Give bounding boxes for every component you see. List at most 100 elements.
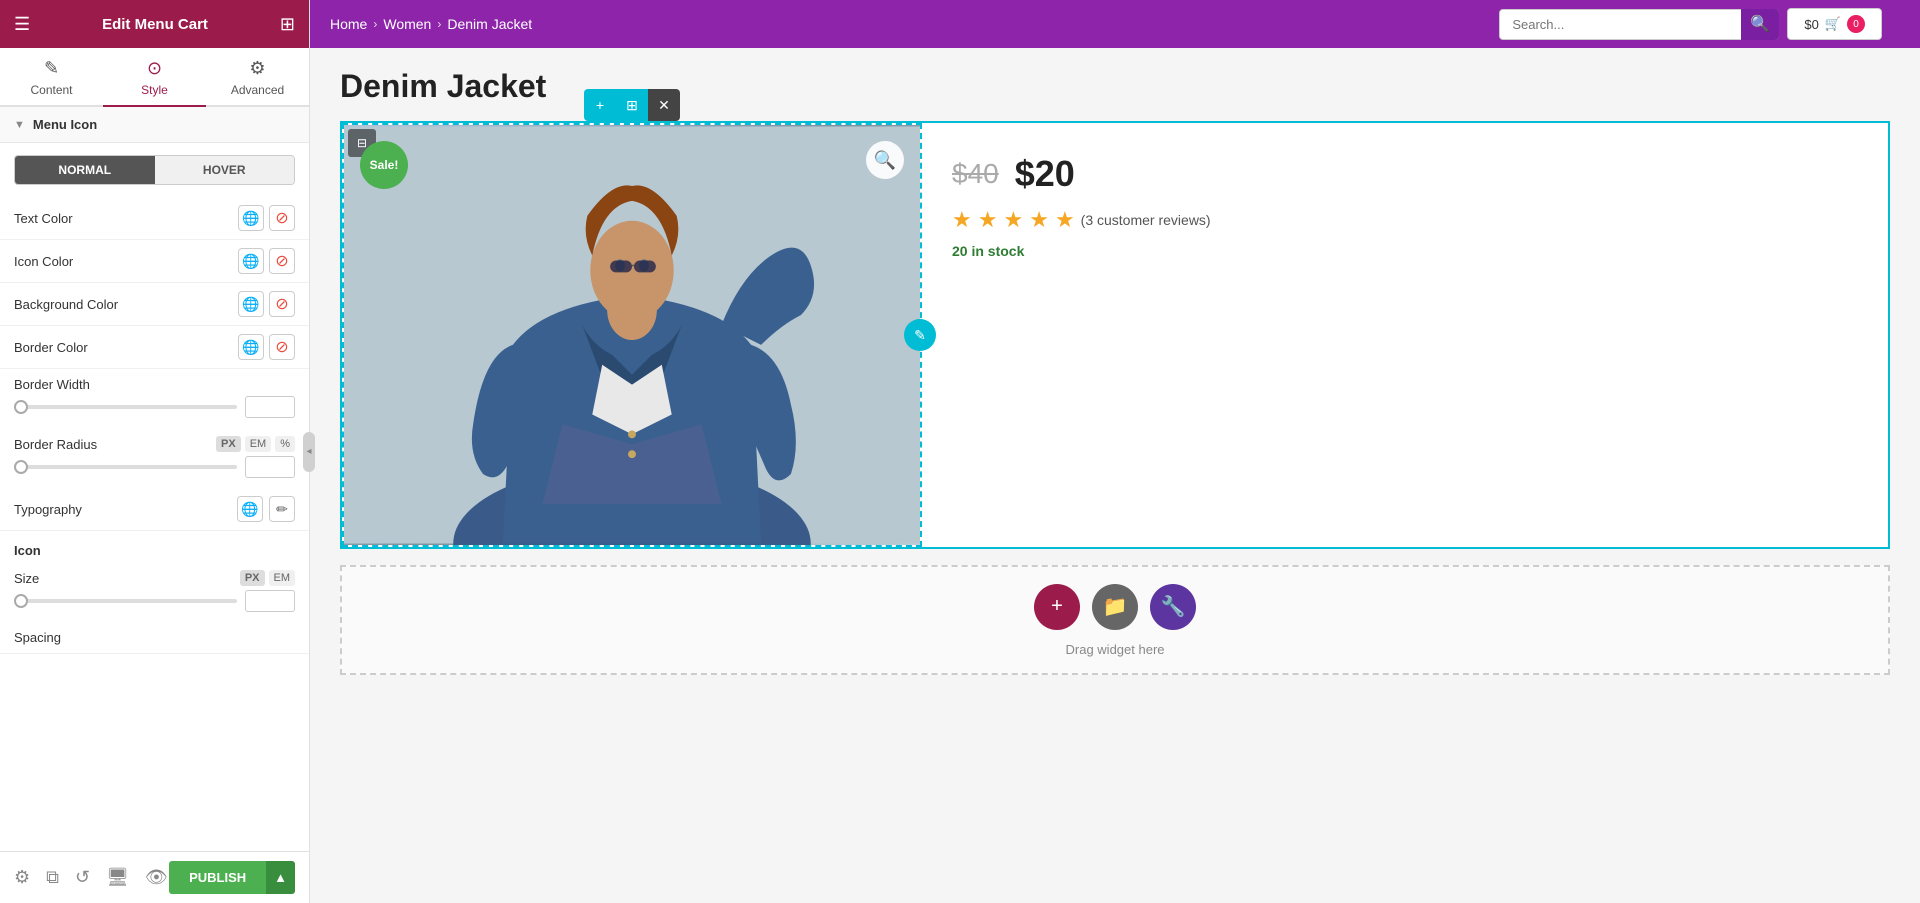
toolbar-move[interactable]: ⊞ [616, 89, 648, 121]
grid-icon[interactable]: ⊞ [280, 14, 295, 35]
text-color-label: Text Color [14, 211, 238, 226]
border-color-row: Border Color 🌐 ⊘ [0, 326, 309, 369]
toggle-hover[interactable]: HOVER [155, 156, 295, 184]
toolbar-close[interactable]: ✕ [648, 89, 680, 121]
size-label: Size [14, 571, 39, 586]
icon-color-globe[interactable]: 🌐 [238, 248, 264, 274]
toggle-normal[interactable]: NORMAL [15, 156, 155, 184]
typography-row: Typography 🌐 ✏ [0, 488, 309, 531]
icon-color-label: Icon Color [14, 254, 238, 269]
old-price: $40 [952, 158, 999, 190]
bg-color-globe[interactable]: 🌐 [238, 291, 264, 317]
widget-button[interactable]: 🔧 [1150, 584, 1196, 630]
sale-badge: Sale! [360, 141, 408, 189]
tab-style-label: Style [141, 83, 168, 97]
bg-color-slash[interactable]: ⊘ [269, 291, 295, 317]
panel-resize-handle[interactable] [303, 432, 315, 472]
breadcrumb-sep1: › [373, 17, 377, 31]
icon-color-slash[interactable]: ⊘ [269, 248, 295, 274]
add-widget-button[interactable]: + [1034, 584, 1080, 630]
zoom-button[interactable]: 🔍 [866, 141, 904, 179]
section-menu-icon[interactable]: ▼ Menu Icon [0, 107, 309, 143]
content-icon: ✎ [44, 58, 59, 79]
bg-color-controls: 🌐 ⊘ [238, 291, 295, 317]
breadcrumb-women[interactable]: Women [383, 16, 431, 32]
publish-dropdown[interactable]: ▲ [266, 861, 295, 894]
panel-header: ☰ Edit Menu Cart ⊞ [0, 0, 309, 48]
star-2: ★ [978, 207, 998, 233]
stock-info: 20 in stock [952, 243, 1858, 259]
search-input[interactable] [1499, 9, 1779, 40]
publish-button[interactable]: PUBLISH [169, 861, 266, 894]
bg-color-row: Background Color 🌐 ⊘ [0, 283, 309, 326]
size-input[interactable] [245, 590, 295, 612]
panel-title: Edit Menu Cart [102, 16, 208, 33]
style-icon: ⊙ [147, 58, 162, 79]
typography-globe[interactable]: 🌐 [237, 496, 263, 522]
text-color-controls: 🌐 ⊘ [238, 205, 295, 231]
tab-style[interactable]: ⊙ Style [103, 48, 206, 107]
breadcrumb-home[interactable]: Home [330, 16, 367, 32]
star-4: ★ [1029, 207, 1049, 233]
border-width-input[interactable] [245, 396, 295, 418]
folder-button[interactable]: 📁 [1092, 584, 1138, 630]
review-count[interactable]: (3 customer reviews) [1081, 212, 1211, 228]
spacing-label: Spacing [14, 630, 295, 645]
border-color-slash[interactable]: ⊘ [269, 334, 295, 360]
product-image-svg [344, 125, 920, 545]
typography-label: Typography [14, 502, 237, 517]
tab-content-label: Content [30, 83, 72, 97]
nav-search: 🔍 $0 🛒 0 [1499, 8, 1900, 40]
eye-icon[interactable]: 👁 [145, 867, 168, 888]
border-radius-input[interactable] [245, 456, 295, 478]
size-unit-px[interactable]: PX [240, 570, 265, 586]
breadcrumb-product[interactable]: Denim Jacket [447, 16, 532, 32]
size-thumb[interactable] [14, 594, 28, 608]
border-radius-section: Border Radius PX EM % [0, 428, 309, 488]
state-toggle: NORMAL HOVER [14, 155, 295, 185]
product-info: $40 $20 ★ ★ ★ ★ ★ (3 customer reviews) 2… [922, 123, 1888, 547]
cart-price: $0 [1804, 17, 1818, 32]
history-icon[interactable]: ↺ [75, 867, 90, 888]
hamburger-icon[interactable]: ☰ [14, 14, 30, 35]
border-radius-track[interactable] [14, 465, 237, 469]
main-content: Denim Jacket + ⊞ ✕ [310, 48, 1920, 903]
settings-icon[interactable]: ⚙ [14, 867, 30, 888]
stars-row: ★ ★ ★ ★ ★ (3 customer reviews) [952, 207, 1858, 233]
toolbar-add[interactable]: + [584, 89, 616, 121]
tab-content[interactable]: ✎ Content [0, 48, 103, 107]
size-track[interactable] [14, 599, 237, 603]
drag-widget-area[interactable]: + 📁 🔧 Drag widget here [340, 565, 1890, 675]
border-width-track[interactable] [14, 405, 237, 409]
layers-icon[interactable]: ⧉ [46, 867, 59, 888]
text-color-slash[interactable]: ⊘ [269, 205, 295, 231]
arrow-down-icon: ▼ [14, 119, 25, 131]
tab-advanced[interactable]: ⚙ Advanced [206, 48, 309, 107]
desktop-icon[interactable]: 🖥 [106, 867, 129, 888]
price-area: $40 $20 [952, 153, 1858, 195]
search-button[interactable]: 🔍 [1741, 9, 1779, 40]
right-area: Home › Women › Denim Jacket 🔍 $0 🛒 0 Den… [310, 0, 1920, 903]
product-image-placeholder: Sale! 🔍 [344, 125, 920, 545]
size-unit-em[interactable]: EM [269, 570, 296, 586]
spacing-row: Spacing [0, 622, 309, 654]
border-radius-label: Border Radius [14, 437, 97, 452]
page-title: Denim Jacket [340, 68, 1890, 105]
product-section: + ⊞ ✕ [340, 121, 1890, 549]
unit-percent[interactable]: % [275, 436, 295, 452]
text-color-globe[interactable]: 🌐 [238, 205, 264, 231]
border-width-thumb[interactable] [14, 400, 28, 414]
cart-button[interactable]: $0 🛒 0 [1787, 8, 1882, 40]
text-color-row: Text Color 🌐 ⊘ [0, 197, 309, 240]
border-color-globe[interactable]: 🌐 [238, 334, 264, 360]
panel-content: ▼ Menu Icon NORMAL HOVER Text Color 🌐 ⊘ … [0, 107, 309, 903]
icon-color-controls: 🌐 ⊘ [238, 248, 295, 274]
typography-edit[interactable]: ✏ [269, 496, 295, 522]
panel-tabs: ✎ Content ⊙ Style ⚙ Advanced [0, 48, 309, 107]
unit-em[interactable]: EM [245, 436, 272, 452]
unit-px[interactable]: PX [216, 436, 241, 452]
border-radius-thumb[interactable] [14, 460, 28, 474]
edit-overlay-button[interactable]: ✎ [904, 319, 936, 351]
drag-icons: + 📁 🔧 [1034, 584, 1196, 630]
tab-advanced-label: Advanced [231, 83, 284, 97]
